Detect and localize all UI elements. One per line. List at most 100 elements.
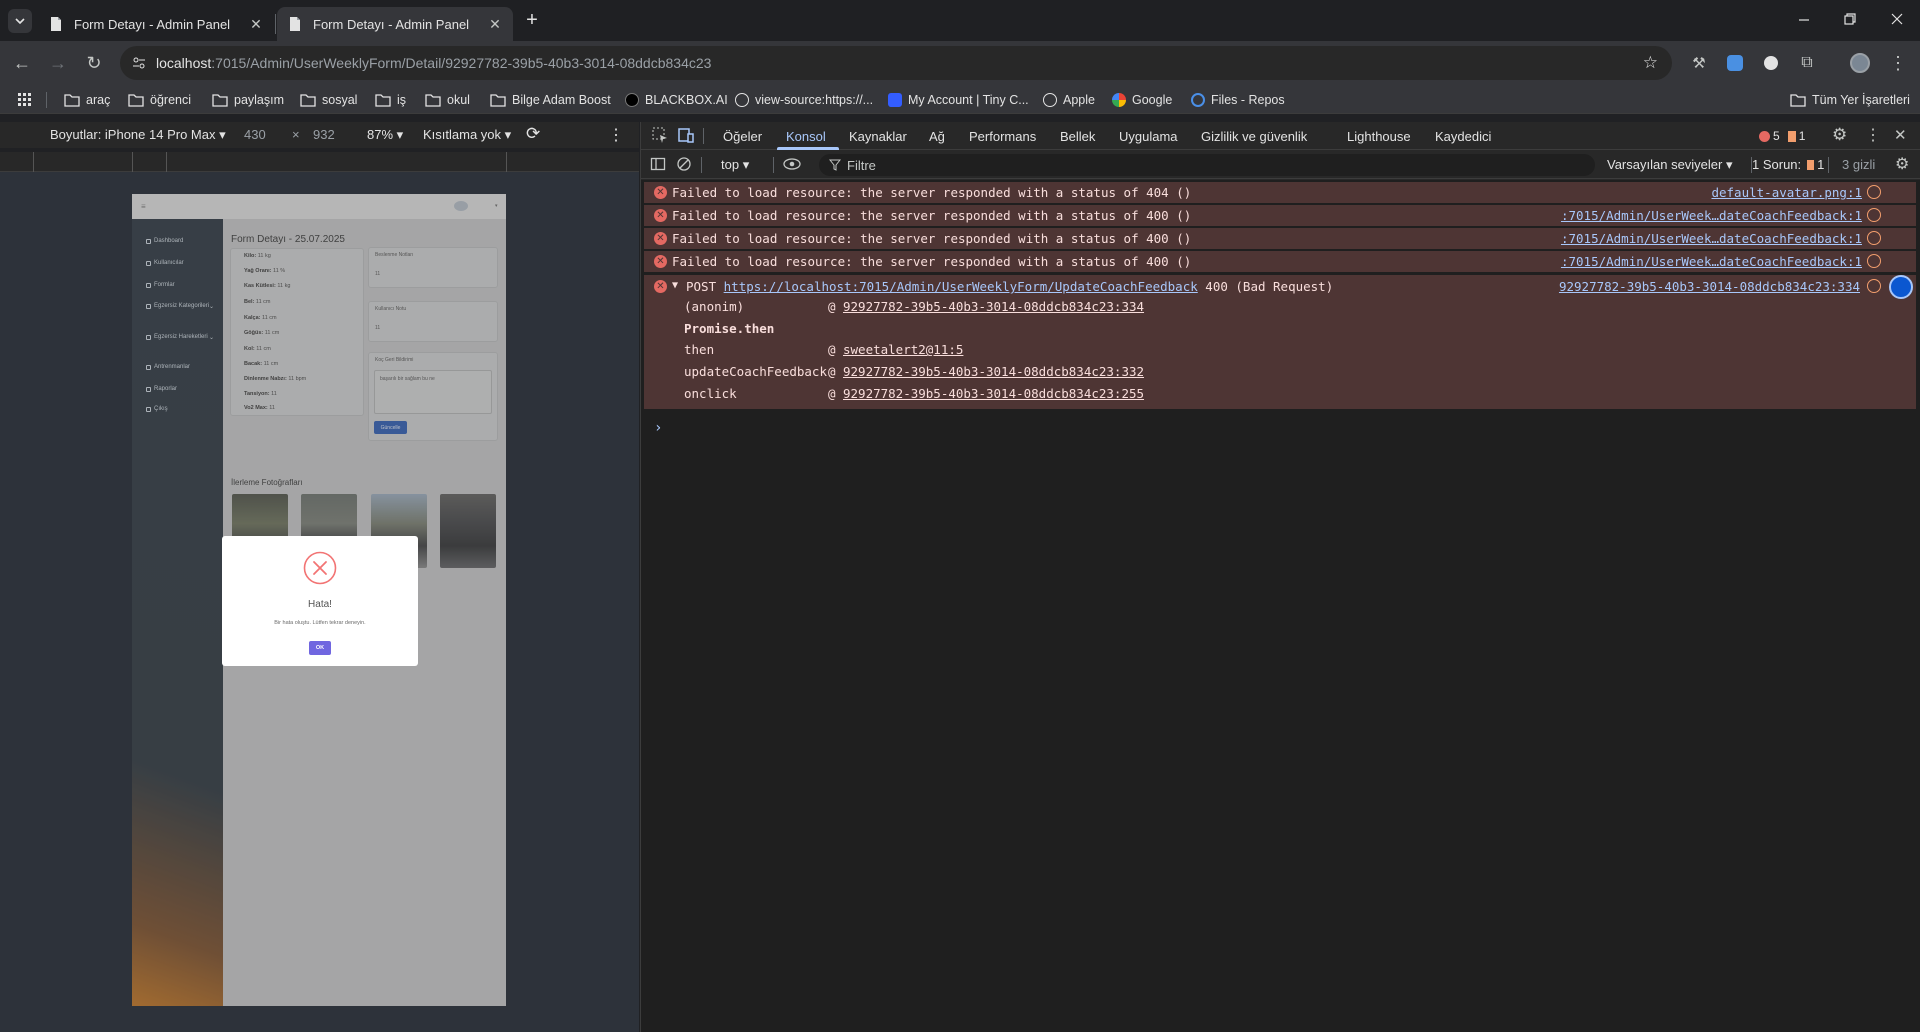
bookmark-folder-arac[interactable]: araç <box>64 90 110 110</box>
bookmark-folder-okul[interactable]: okul <box>425 90 470 110</box>
stack-fn: Promise.then <box>684 321 775 336</box>
document-icon <box>290 17 300 31</box>
active-tab-indicator <box>777 147 839 150</box>
extension-tool-icon[interactable]: ⚒ <box>1687 51 1711 75</box>
live-expression-eye-icon[interactable] <box>782 156 802 172</box>
ok-button[interactable]: OK <box>309 641 331 655</box>
message-source-link[interactable]: :7015/Admin/UserWeek…dateCoachFeedback:1 <box>1561 231 1862 246</box>
bookmark-view-source[interactable]: view-source:https://... <box>735 90 873 110</box>
zoom-value: 87% <box>367 127 394 142</box>
bookmark-folder-sosyal[interactable]: sosyal <box>300 90 357 110</box>
console-output: ✕ Failed to load resource: the server re… <box>641 180 1920 1032</box>
network-request-icon[interactable] <box>1867 208 1881 222</box>
stack-location-link[interactable]: sweetalert2@11:5 <box>843 342 963 357</box>
apps-grid-icon[interactable] <box>18 90 32 110</box>
minimize-icon[interactable] <box>1797 12 1811 26</box>
message-source-link[interactable]: :7015/Admin/UserWeek…dateCoachFeedback:1 <box>1561 208 1862 223</box>
menu-kebab-icon[interactable]: ⋮ <box>1886 51 1910 75</box>
issues-counter[interactable]: 1 Sorun: 1 <box>1752 157 1824 172</box>
bookmark-apple[interactable]: Apple <box>1043 90 1095 110</box>
bookmark-star-icon[interactable]: ☆ <box>1643 53 1658 73</box>
bookmark-google[interactable]: Google <box>1112 90 1172 110</box>
network-request-icon[interactable] <box>1867 185 1881 199</box>
network-request-icon[interactable] <box>1867 254 1881 268</box>
clear-console-icon[interactable] <box>676 156 692 172</box>
tab-recorder[interactable]: Kaydedici <box>1435 129 1491 144</box>
stack-location-link[interactable]: 92927782-39b5-40b3-3014-08ddcb834c23:334 <box>843 299 1144 314</box>
hidden-count: 3 gizli <box>1842 157 1876 172</box>
ai-assist-icon[interactable] <box>1889 275 1913 299</box>
stack-fn: (anonim) <box>684 299 745 314</box>
message-text: Failed to load resource: the server resp… <box>672 208 1192 223</box>
settings-gear-icon[interactable]: ⚙ <box>1832 125 1847 145</box>
new-tab-button[interactable]: + <box>520 8 544 32</box>
forward-icon[interactable]: → <box>46 51 70 75</box>
address-bar[interactable]: localhost:7015/Admin/UserWeeklyForm/Deta… <box>120 46 1672 80</box>
console-settings-icon[interactable]: ⚙ <box>1895 154 1909 174</box>
tab-elements[interactable]: Öğeler <box>723 129 762 144</box>
cloud-extension-icon[interactable] <box>1723 51 1747 75</box>
tab-search-button[interactable] <box>8 9 32 33</box>
message-source-link[interactable]: 92927782-39b5-40b3-3014-08ddcb834c23:334 <box>1559 279 1860 294</box>
rotate-icon[interactable]: ⟳ <box>526 124 540 144</box>
extensions-puzzle-icon[interactable]: ⧉ <box>1795 51 1819 75</box>
sidebar-toggle-icon[interactable] <box>650 156 666 172</box>
tab-memory[interactable]: Bellek <box>1060 129 1095 144</box>
console-prompt[interactable]: › <box>654 420 662 436</box>
devtools-close-icon[interactable]: ✕ <box>1894 126 1907 144</box>
back-icon[interactable]: ← <box>10 51 34 75</box>
tab-sources[interactable]: Kaynaklar <box>849 129 907 144</box>
device-more-icon[interactable]: ⋮ <box>608 125 624 145</box>
bookmark-label: view-source:https://... <box>755 93 874 107</box>
device-toggle-icon[interactable] <box>677 126 695 144</box>
post-url-link[interactable]: https://localhost:7015/Admin/UserWeeklyF… <box>724 279 1198 294</box>
chevron-down-icon <box>15 18 25 24</box>
extension-circle-icon[interactable] <box>1759 51 1783 75</box>
message-source-link[interactable]: default-avatar.png:1 <box>1711 185 1862 200</box>
zoom-select[interactable]: 87% ▾ <box>367 127 403 143</box>
log-levels-select[interactable]: Varsayılan seviyeler ▾ <box>1607 157 1733 173</box>
console-filter-input[interactable]: Filtre <box>819 154 1595 176</box>
tab-performance[interactable]: Performans <box>969 129 1036 144</box>
bookmark-folder-ogrenci[interactable]: öğrenci <box>128 90 191 110</box>
tab-title: Form Detayı - Admin Panel <box>313 16 470 32</box>
stack-location-link[interactable]: 92927782-39b5-40b3-3014-08ddcb834c23:332 <box>843 364 1144 379</box>
tab-privacy-security[interactable]: Gizlilik ve güvenlik <box>1201 129 1307 144</box>
context-select[interactable]: top ▾ <box>721 157 749 173</box>
tab-lighthouse[interactable]: Lighthouse <box>1347 129 1411 144</box>
expand-triangle-icon[interactable]: ▼ <box>672 280 678 291</box>
network-request-icon[interactable] <box>1867 279 1881 293</box>
tab-application[interactable]: Uygulama <box>1119 129 1178 144</box>
bookmark-files-repos[interactable]: Files - Repos <box>1191 90 1285 110</box>
devtools-more-icon[interactable]: ⋮ <box>1865 125 1881 145</box>
message-source-link[interactable]: :7015/Admin/UserWeek…dateCoachFeedback:1 <box>1561 254 1862 269</box>
error-counter[interactable]: 5 1 <box>1759 129 1805 143</box>
network-request-icon[interactable] <box>1867 231 1881 245</box>
bookmark-folder-is[interactable]: iş <box>375 90 406 110</box>
tab-console[interactable]: Konsol <box>786 129 826 144</box>
bookmark-label: Bilge Adam Boost <box>512 93 611 107</box>
restore-icon[interactable] <box>1843 12 1857 26</box>
site-info-icon[interactable] <box>132 56 146 70</box>
close-icon[interactable]: ✕ <box>487 16 503 32</box>
tab-network[interactable]: Ağ <box>929 129 945 144</box>
bookmark-blackbox[interactable]: BLACKBOX.AI <box>625 90 728 110</box>
warning-icon <box>1787 130 1796 142</box>
bookmark-tiny[interactable]: My Account | Tiny C... <box>888 90 1029 110</box>
close-icon[interactable]: ✕ <box>248 16 264 32</box>
reload-icon[interactable]: ↻ <box>82 51 106 75</box>
device-dimensions-select[interactable]: Boyutlar: iPhone 14 Pro Max ▾ <box>50 127 226 143</box>
tab-form-detail-2[interactable]: Form Detayı - Admin Panel ✕ <box>277 7 513 41</box>
message-text: Failed to load resource: the server resp… <box>672 254 1192 269</box>
profile-avatar[interactable] <box>1848 51 1872 75</box>
throttle-select[interactable]: Kısıtlama yok ▾ <box>423 127 511 143</box>
device-width-input[interactable]: 430 <box>244 127 266 142</box>
device-height-input[interactable]: 932 <box>313 127 335 142</box>
inspect-element-icon[interactable] <box>651 126 669 144</box>
tab-form-detail-1[interactable]: Form Detayı - Admin Panel ✕ <box>38 7 274 41</box>
window-close-icon[interactable] <box>1890 12 1904 26</box>
bookmark-folder-paylasim[interactable]: paylaşım <box>212 90 284 110</box>
all-bookmarks-folder[interactable]: Tüm Yer İşaretleri <box>1790 90 1910 110</box>
stack-location-link[interactable]: 92927782-39b5-40b3-3014-08ddcb834c23:255 <box>843 386 1144 401</box>
bookmark-folder-bilge-adam[interactable]: Bilge Adam Boost <box>490 90 611 110</box>
